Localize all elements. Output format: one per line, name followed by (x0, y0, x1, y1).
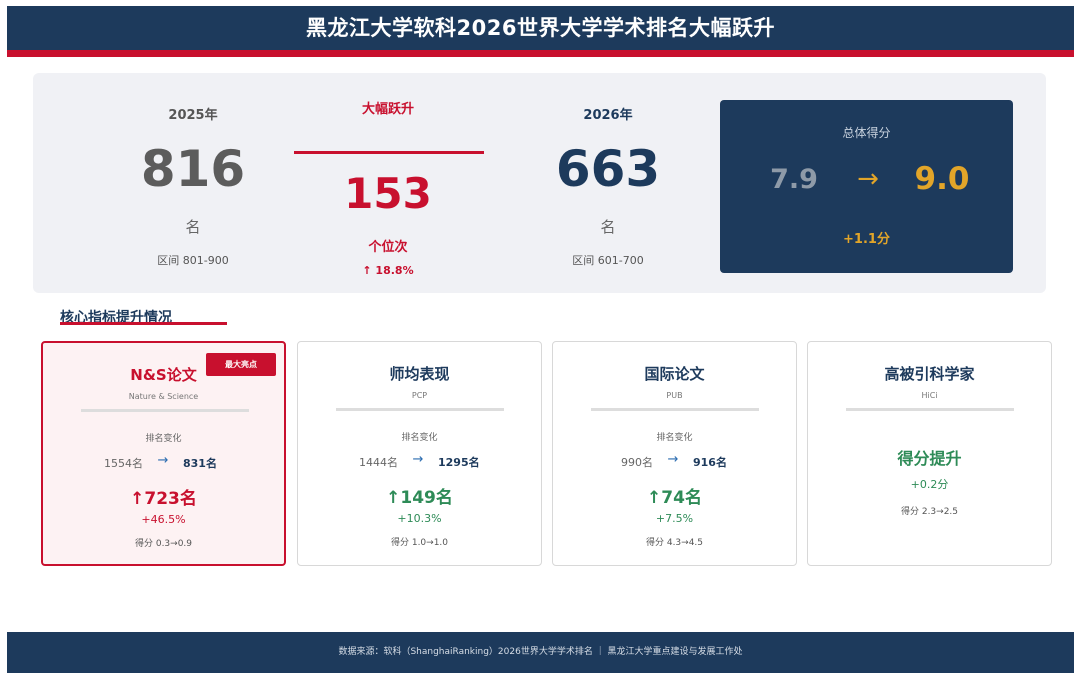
score-delta: +0.2分 (910, 478, 949, 491)
rank-change-label: 排名变化 (656, 433, 693, 443)
card-divider (336, 408, 504, 411)
rank-old: 1444名 (359, 456, 398, 469)
rank-2025-range: 区间 801-900 (157, 254, 229, 267)
right-arrow-icon: → (857, 164, 879, 194)
right-arrow-icon: → (667, 452, 679, 467)
score-change: 得分 0.3→0.9 (134, 539, 193, 549)
indicator-card-hici: 高被引科学家 HiCi 得分提升 +0.2分 得分 2.3→2.5 (807, 341, 1052, 566)
rank-2025-value: 816 (140, 140, 246, 198)
rank-old: 990名 (621, 456, 653, 469)
rank-new: 916名 (693, 456, 727, 469)
rank-improvement: ↑149名 (386, 488, 453, 508)
card-divider (81, 409, 249, 412)
score-title: 总体得分 (842, 126, 891, 140)
card-title: 高被引科学家 (884, 365, 975, 383)
card-divider (846, 408, 1014, 411)
rank-2026-unit: 名 (600, 218, 616, 236)
leap-value: 153 (344, 169, 432, 218)
rank-change-label: 排名变化 (145, 434, 182, 444)
indicator-card-ns: 最大亮点 N&S论文 Nature & Science 排名变化 1554名 →… (41, 341, 286, 566)
rank-2025-unit: 名 (185, 218, 201, 236)
score-change: 得分 2.3→2.5 (900, 507, 959, 517)
year-2025-label: 2025年 (168, 108, 218, 123)
total-score-box: 总体得分 7.9 → 9.0 +1.1分 (720, 100, 1013, 273)
section-underline (60, 322, 227, 325)
rank-old: 1554名 (104, 457, 143, 470)
leap-percent: ↑ 18.8% (362, 264, 414, 277)
indicator-card-pcp: 师均表现 PCP 排名变化 1444名 → 1295名 ↑149名 +10.3%… (297, 341, 542, 566)
card-subtitle: PCP (411, 391, 428, 400)
page-title: 黑龙江大学软科2026世界大学学术排名大幅跃升 (306, 16, 775, 40)
year-2026-label: 2026年 (583, 108, 633, 123)
card-subtitle: PUB (666, 391, 683, 400)
rank-new: 831名 (183, 457, 217, 470)
right-arrow-icon: → (412, 452, 424, 467)
footer: 数据来源：软科（ShanghaiRanking）2026世界大学学术排名 ｜ 黑… (7, 632, 1074, 673)
ranking-summary-panel: 2025年 816 名 区间 801-900 大幅跃升 153 个位次 ↑ 18… (33, 73, 1046, 293)
card-subtitle: Nature & Science (128, 392, 199, 401)
card-subtitle: HiCi (921, 391, 938, 400)
rank-improvement: ↑74名 (647, 488, 702, 508)
rank-change-row: 1554名 → 831名 (43, 453, 284, 471)
rank-change-row: 1444名 → 1295名 (298, 452, 541, 470)
indicator-card-pub: 国际论文 PUB 排名变化 990名 → 916名 ↑74名 +7.5% 得分 … (552, 341, 797, 566)
header-banner: 黑龙江大学软科2026世界大学学术排名大幅跃升 (7, 6, 1074, 57)
data-source-note: 数据来源：软科（ShanghaiRanking）2026世界大学学术排名 ｜ 黑… (338, 647, 743, 657)
improvement-percent: +10.3% (397, 512, 442, 525)
score-old: 7.9 (770, 164, 818, 195)
leap-unit: 个位次 (368, 240, 408, 255)
card-title: 师均表现 (389, 365, 450, 383)
rank-new: 1295名 (438, 456, 480, 469)
score-delta: +1.1分 (843, 232, 890, 247)
leap-label: 大幅跃升 (361, 102, 414, 117)
score-change: 得分 1.0→1.0 (390, 538, 449, 548)
score-change: 得分 4.3→4.5 (645, 538, 704, 548)
card-title: N&S论文 (130, 366, 197, 384)
rank-2026-value: 663 (555, 140, 661, 198)
card-divider (591, 408, 759, 411)
page: 黑龙江大学软科2026世界大学学术排名大幅跃升 2025年 816 名 区间 8… (0, 0, 1080, 680)
right-arrow-icon: → (157, 453, 169, 468)
score-new: 9.0 (914, 161, 970, 197)
score-up-label: 得分提升 (897, 449, 962, 468)
improvement-percent: +7.5% (655, 512, 694, 525)
rank-change-label: 排名变化 (401, 433, 438, 443)
header-accent-bar (7, 50, 1074, 57)
rank-change-row: 990名 → 916名 (553, 452, 796, 470)
rank-improvement: ↑723名 (130, 489, 197, 509)
card-title: 国际论文 (644, 365, 705, 383)
improvement-percent: +46.5% (141, 513, 186, 526)
leap-divider (294, 151, 484, 154)
rank-2026-range: 区间 601-700 (572, 254, 644, 267)
